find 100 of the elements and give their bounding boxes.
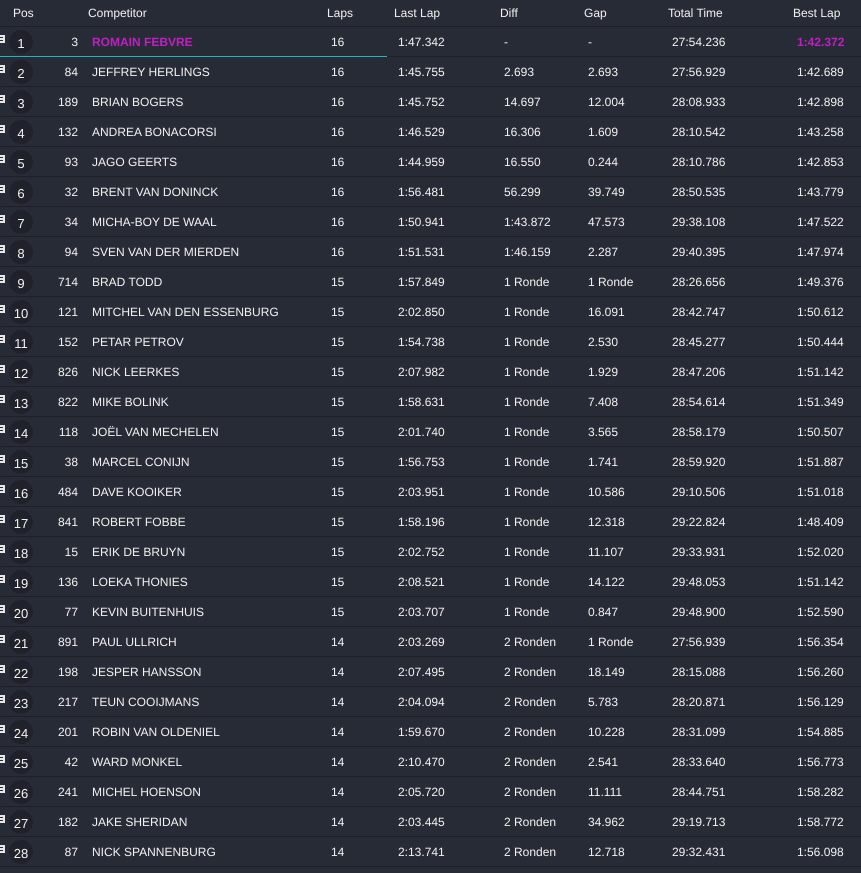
best-lap-cell-text: 1:58.282 [797, 784, 844, 800]
laps-cell-text: 15 [331, 574, 346, 590]
bike-number: 42 [64, 754, 78, 770]
competitor-name: JAGO GEERTS [92, 154, 178, 170]
best-lap-cell-text: 1:49.376 [797, 274, 844, 290]
gap-cell-text: 7.408 [588, 394, 620, 410]
diff-cell-text: 2 Ronden [504, 634, 558, 650]
position-badge: 27 [9, 810, 33, 834]
best-lap-cell-text: 1:56.773 [797, 754, 844, 770]
gap-cell-text: 2.530 [588, 334, 620, 350]
total-time-cell-text: 28:54.614 [672, 394, 726, 410]
best-lap-cell-text: 1:51.142 [797, 574, 844, 590]
diff-cell-text: 56.299 [504, 184, 542, 200]
list-icon[interactable] [0, 64, 5, 72]
list-icon[interactable] [0, 34, 5, 42]
laps-cell-text: 15 [331, 514, 346, 530]
list-icon[interactable] [0, 514, 5, 522]
bike-number: 34 [64, 214, 78, 230]
diff-cell-text: 2 Ronden [504, 664, 558, 680]
position-badge: 21 [9, 630, 33, 654]
bike-number: 93 [64, 154, 78, 170]
list-icon[interactable] [0, 664, 5, 672]
list-icon[interactable] [0, 364, 5, 372]
total-time-cell-text: 29:48.900 [672, 604, 726, 620]
total-time-cell-text: 29:40.395 [672, 244, 726, 260]
competitor-name: LOEKA THONIES [92, 574, 189, 590]
list-icon[interactable] [0, 574, 5, 582]
position-badge: 15 [9, 450, 33, 474]
list-icon[interactable] [0, 604, 5, 612]
list-icon[interactable] [0, 454, 5, 462]
total-time-cell-text: 28:10.786 [672, 154, 726, 170]
total-time-cell-text: 27:54.236 [672, 34, 726, 50]
total-time-cell-text: 28:59.920 [672, 454, 726, 470]
last-lap-cell-text: 2:07.982 [398, 364, 446, 380]
list-icon[interactable] [0, 394, 5, 402]
column-header: Gap [584, 5, 608, 22]
column-header: Last Lap [394, 5, 442, 22]
gap-cell-text: 1.929 [588, 364, 620, 380]
list-icon[interactable] [0, 274, 5, 282]
total-time-cell-text: 29:32.431 [672, 844, 726, 860]
total-time-cell-text: 29:22.824 [672, 514, 726, 530]
list-icon[interactable] [0, 544, 5, 552]
best-lap-cell-text: 1:52.020 [797, 544, 844, 560]
position-badge: 28 [9, 840, 33, 864]
laps-cell-text: 15 [331, 604, 346, 620]
laps-cell-text: 16 [331, 154, 346, 170]
diff-cell-text: 1:43.872 [504, 214, 552, 230]
gap-cell-text: 10.228 [588, 724, 626, 740]
position-badge: 10 [9, 300, 33, 324]
diff-cell-text: 1 Ronde [504, 424, 550, 440]
list-icon[interactable] [0, 124, 5, 132]
total-time-cell-text: 28:42.747 [672, 304, 726, 320]
last-lap-cell-text: 1:45.755 [398, 64, 446, 80]
diff-cell-text: 1 Ronde [504, 274, 550, 290]
list-icon[interactable] [0, 724, 5, 732]
competitor-name: ERIK DE BRUYN [92, 544, 186, 560]
gap-cell-text: 1.741 [588, 454, 620, 470]
bike-number: 182 [56, 814, 78, 830]
list-icon[interactable] [0, 334, 5, 342]
diff-cell-text: 2.693 [504, 64, 536, 80]
list-icon[interactable] [0, 814, 5, 822]
column-header: Pos [13, 5, 35, 22]
diff-cell-text: 2 Ronden [504, 754, 558, 770]
gap-cell-text: 11.107 [588, 544, 625, 560]
last-lap-cell-text: 1:44.959 [398, 154, 446, 170]
gap-cell-text: 16.091 [588, 304, 626, 320]
position-badge: 12 [9, 360, 33, 384]
laps-cell-text: 15 [331, 364, 346, 380]
best-lap-cell-text: 1:42.898 [797, 94, 844, 110]
bike-number: 38 [64, 454, 78, 470]
best-lap-cell-text: 1:47.522 [797, 214, 844, 230]
last-lap-cell-text: 2:05.720 [398, 784, 446, 800]
last-lap-cell-text: 2:07.495 [398, 664, 446, 680]
position-badge: 24 [9, 720, 33, 744]
list-icon[interactable] [0, 424, 5, 432]
position-badge: 3 [9, 90, 33, 114]
competitor-name: PETAR PETROV [92, 334, 185, 350]
list-icon[interactable] [0, 844, 5, 852]
laps-cell-text: 14 [331, 844, 346, 860]
laps-cell-text: 15 [331, 454, 346, 470]
laps-cell-text: 15 [331, 544, 346, 560]
total-time-cell-text: 28:26.656 [672, 274, 726, 290]
list-icon[interactable] [0, 634, 5, 642]
list-icon[interactable] [0, 244, 5, 252]
list-icon[interactable] [0, 754, 5, 762]
list-icon[interactable] [0, 784, 5, 792]
list-icon[interactable] [0, 304, 5, 312]
list-icon[interactable] [0, 154, 5, 162]
last-lap-cell-text: 1:59.670 [398, 724, 446, 740]
list-icon[interactable] [0, 694, 5, 702]
bike-number: 201 [56, 724, 78, 740]
list-icon[interactable] [0, 184, 5, 192]
list-icon[interactable] [0, 214, 5, 222]
last-lap-cell-text: 1:45.752 [398, 94, 446, 110]
list-icon[interactable] [0, 484, 5, 492]
list-icon[interactable] [0, 94, 5, 102]
gap-cell-text: - [588, 34, 593, 50]
diff-cell-text: 2 Ronden [504, 724, 558, 740]
laps-cell-text: 14 [331, 724, 346, 740]
laps-cell-text: 16 [331, 64, 346, 80]
